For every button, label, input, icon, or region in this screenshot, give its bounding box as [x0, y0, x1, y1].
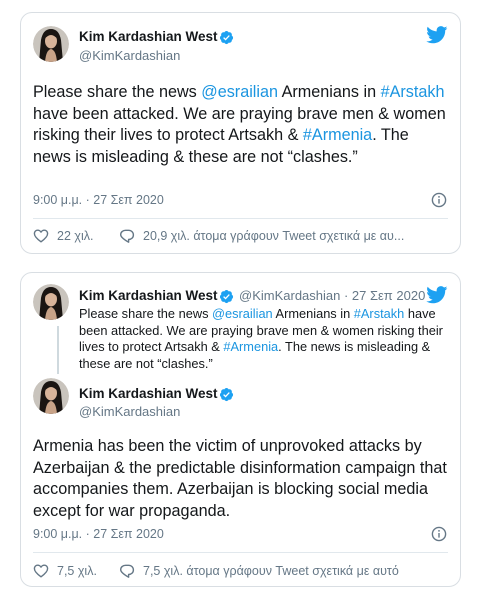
conversation-action[interactable]: 7,5 χιλ. άτομα γράφουν Tweet σχετικά με …: [119, 563, 449, 579]
like-count: 7,5 χιλ.: [57, 564, 97, 578]
verified-badge-icon: [219, 289, 234, 304]
mention-link[interactable]: @esrailian: [201, 83, 278, 101]
tweet-timestamp[interactable]: 9:00 μ.μ. · 27 Σεπ 2020: [33, 193, 164, 207]
tweet-text-part: Armenians in: [278, 83, 381, 101]
tweet-text: Armenia has been the victim of unprovoke…: [33, 437, 447, 520]
conversation-count: 7,5 χιλ. άτομα γράφουν Tweet σχετικά με …: [143, 564, 399, 578]
author-handle[interactable]: @KimKardashian: [79, 404, 180, 419]
quoted-tweet-text: Please share the news @esrailian Armenia…: [79, 306, 451, 372]
tweet-card-2[interactable]: Kim Kardashian West @KimKardashian · 27 …: [20, 272, 461, 587]
hashtag-link[interactable]: #Arstakh: [381, 83, 445, 101]
info-icon[interactable]: [431, 192, 447, 208]
twitter-bird-icon[interactable]: [426, 26, 448, 44]
quoted-author-name[interactable]: Kim Kardashian West: [79, 288, 218, 303]
divider: [33, 552, 448, 553]
verified-badge-icon: [219, 387, 234, 402]
hashtag-link[interactable]: #Armenia: [303, 126, 372, 144]
author-name[interactable]: Kim Kardashian West: [79, 386, 218, 401]
comment-icon: [119, 228, 135, 244]
conversation-action[interactable]: 20,9 χιλ. άτομα γράφουν Tweet σχετικά με…: [119, 228, 449, 244]
quoted-handle-date[interactable]: @KimKardashian · 27 Σεπ 2020: [239, 288, 425, 303]
avatar[interactable]: [33, 26, 69, 62]
comment-icon: [119, 563, 135, 579]
divider: [33, 218, 448, 219]
tweet-text: Please share the news @esrailian Armenia…: [33, 82, 448, 168]
tweet-text-part: Armenians in: [272, 306, 354, 321]
tweet-timestamp[interactable]: 9:00 μ.μ. · 27 Σεπ 2020: [33, 527, 164, 541]
like-count: 22 χιλ.: [57, 229, 94, 243]
like-action[interactable]: 22 χιλ.: [33, 228, 93, 244]
avatar[interactable]: [33, 284, 69, 320]
heart-icon: [33, 563, 49, 579]
conversation-count: 20,9 χιλ. άτομα γράφουν Tweet σχετικά με…: [143, 229, 405, 243]
like-action[interactable]: 7,5 χιλ.: [33, 563, 97, 579]
info-icon[interactable]: [431, 526, 447, 542]
tweet-text-part: Please share the news: [79, 306, 213, 321]
author-name[interactable]: Kim Kardashian West: [79, 29, 218, 44]
author-handle[interactable]: @KimKardashian: [79, 48, 180, 63]
verified-badge-icon: [219, 30, 234, 45]
hashtag-link[interactable]: #Arstakh: [354, 306, 405, 321]
hashtag-link[interactable]: #Armenia: [223, 339, 278, 354]
mention-link[interactable]: @esrailian: [212, 306, 273, 321]
avatar[interactable]: [33, 378, 69, 414]
thread-line: [57, 326, 59, 374]
heart-icon: [33, 228, 49, 244]
tweet-text-part: Please share the news: [33, 83, 202, 101]
tweet-card-1[interactable]: Kim Kardashian West @KimKardashian Pleas…: [20, 12, 461, 254]
twitter-bird-icon[interactable]: [426, 286, 448, 304]
